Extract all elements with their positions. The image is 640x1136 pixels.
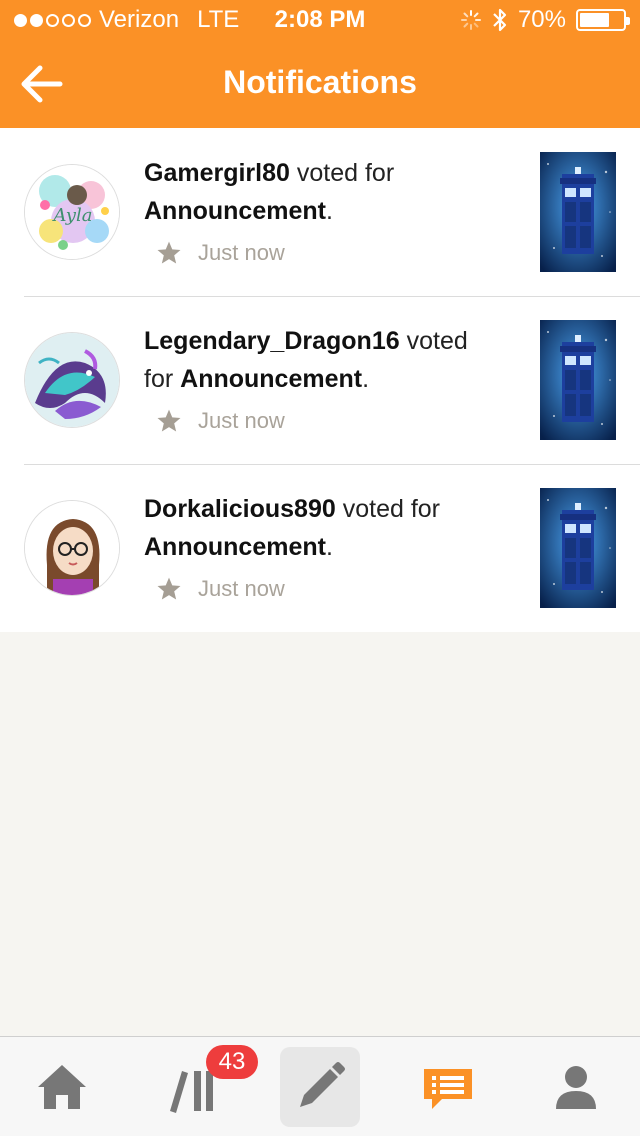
tardis-cover-image [540, 488, 616, 608]
punctuation: . [325, 533, 333, 561]
punctuation: . [325, 197, 333, 225]
timestamp: Just now [198, 240, 285, 265]
star-icon [157, 241, 181, 264]
profile-icon [556, 1066, 596, 1109]
star-icon [157, 577, 181, 600]
avatar-lettering: Ayla [52, 205, 93, 226]
tab-bar: 43 [0, 1036, 640, 1136]
notification-item[interactable]: Ayla Gamergirl80 voted for Announcement.… [0, 128, 640, 296]
battery-tip [626, 17, 630, 25]
timestamp: Just now [198, 408, 285, 433]
tab-home[interactable] [22, 1047, 102, 1127]
notification-text: Dorkalicious890 voted for Announcement. [144, 490, 514, 566]
tab-profile[interactable] [536, 1047, 616, 1127]
tardis-cover-image [540, 320, 616, 440]
page-title: Notifications [223, 64, 417, 100]
tardis-cover-image [540, 152, 616, 272]
bluetooth-icon [493, 8, 507, 32]
notification-text: Gamergirl80 voted for Announcement. [144, 154, 514, 230]
notification-meta: Just now [156, 576, 285, 602]
story-cover-thumbnail[interactable] [540, 320, 616, 440]
username[interactable]: Dorkalicious890 [144, 495, 336, 523]
home-icon [38, 1065, 86, 1109]
story-cover-thumbnail[interactable] [540, 152, 616, 272]
notifications-icon [424, 1069, 472, 1109]
username[interactable]: Legendary_Dragon16 [144, 327, 400, 355]
loading-spinner-icon [460, 10, 481, 30]
avatar-image [25, 333, 119, 427]
avatar[interactable] [24, 500, 120, 596]
status-bar: Verizon LTE 2:08 PM 70% [0, 0, 640, 40]
notification-meta: Just now [156, 240, 285, 266]
tab-notifications[interactable] [408, 1047, 488, 1127]
notification-verb-continued: for [144, 365, 174, 393]
battery-fill [580, 13, 610, 27]
notification-item[interactable]: Dorkalicious890 voted for Announcement. … [0, 464, 640, 632]
story-title[interactable]: Announcement [144, 197, 326, 225]
avatar-image: Ayla [25, 165, 119, 259]
notification-verb: voted for [342, 495, 440, 523]
status-right: 70% [460, 6, 630, 34]
write-icon [300, 1062, 345, 1107]
notification-meta: Just now [156, 408, 285, 434]
username[interactable]: Gamergirl80 [144, 159, 290, 187]
story-title[interactable]: Announcement [144, 533, 326, 561]
avatar[interactable]: Ayla [24, 164, 120, 260]
timestamp: Just now [198, 576, 285, 601]
notification-list: Ayla Gamergirl80 voted for Announcement.… [0, 128, 640, 632]
header: Verizon LTE 2:08 PM 70% Notifications [0, 0, 640, 128]
avatar[interactable] [24, 332, 120, 428]
story-title[interactable]: Announcement [180, 365, 362, 393]
battery-percent: 70% [517, 6, 566, 33]
notification-item[interactable]: Legendary_Dragon16 voted for Announcemen… [0, 296, 640, 464]
avatar-image [25, 501, 119, 595]
notification-verb: voted [406, 327, 468, 355]
punctuation: . [362, 365, 370, 393]
battery-icon [576, 9, 630, 31]
nav-bar: Notifications [0, 40, 640, 128]
library-badge: 43 [206, 1045, 258, 1079]
tab-write[interactable] [280, 1047, 360, 1127]
story-cover-thumbnail[interactable] [540, 488, 616, 608]
star-icon [157, 409, 181, 432]
notification-verb: voted for [296, 159, 395, 187]
notification-text: Legendary_Dragon16 voted for Announcemen… [144, 322, 514, 398]
